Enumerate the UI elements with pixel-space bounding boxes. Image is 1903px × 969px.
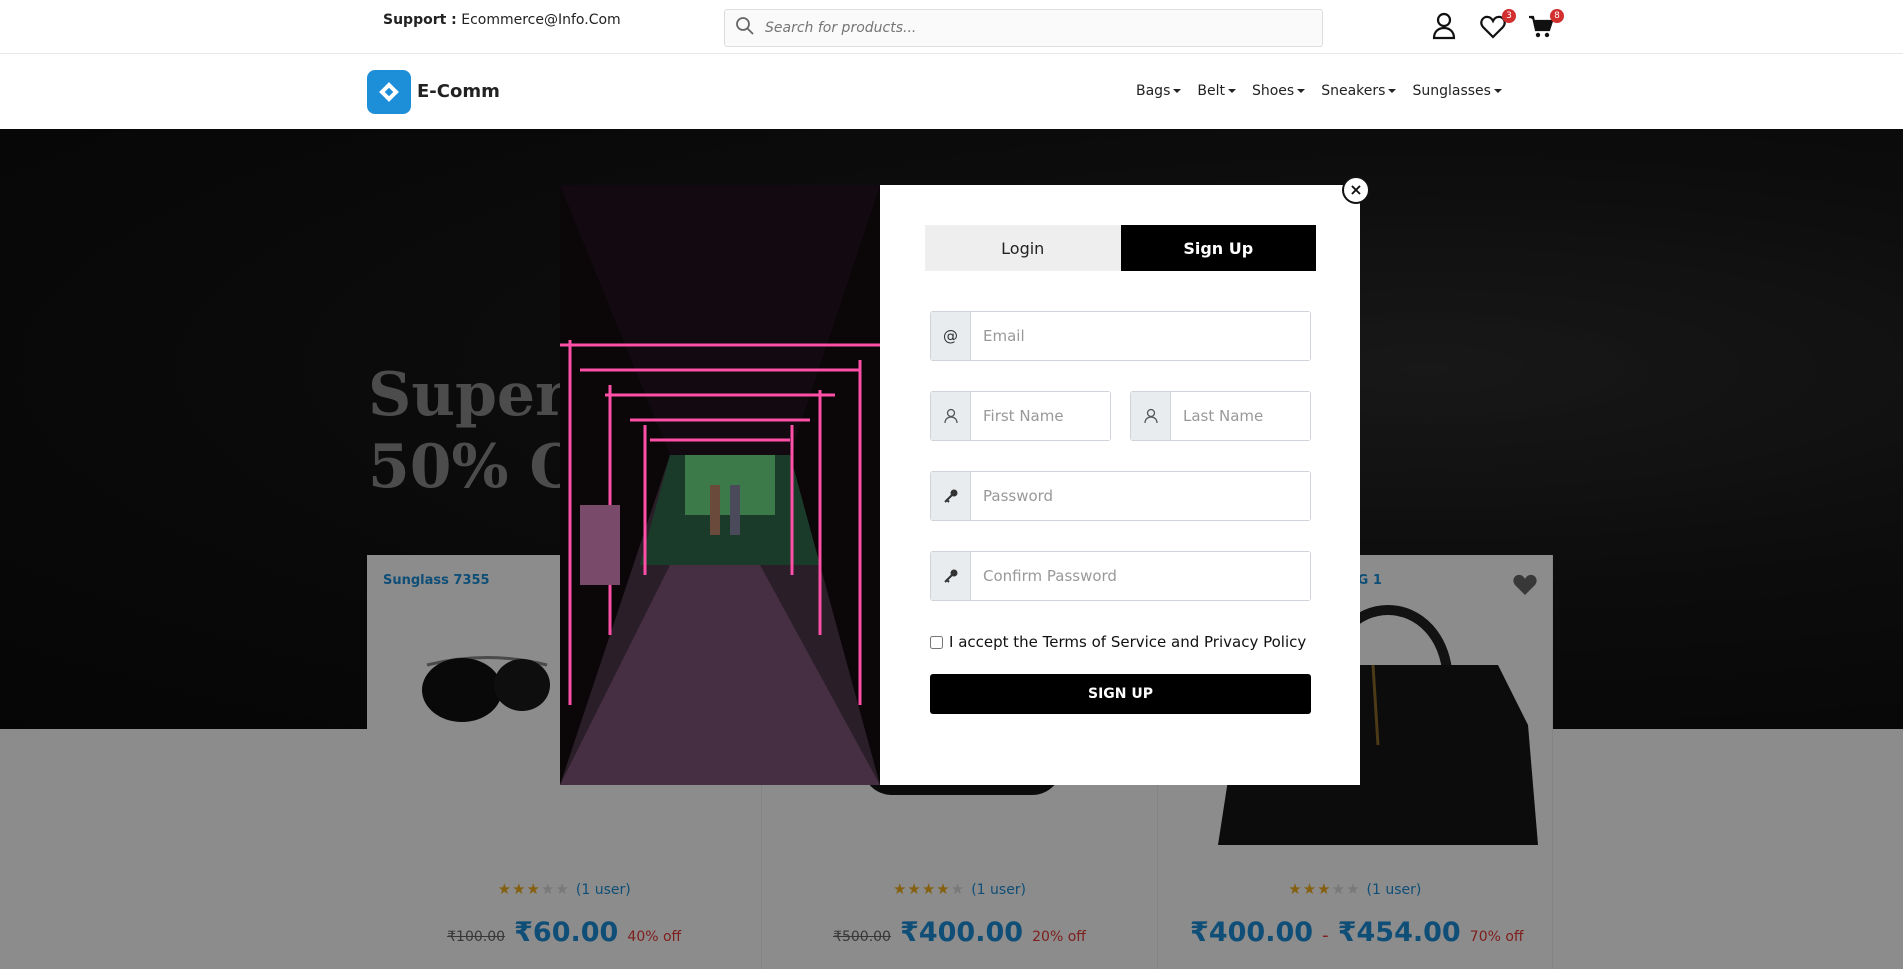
confirm-password-field[interactable] — [930, 551, 1311, 601]
user-icon — [1131, 392, 1171, 440]
cart-icon[interactable]: 8 — [1528, 9, 1564, 43]
main-nav: E-Comm Bags Belt Shoes Sneakers Sunglass… — [0, 55, 1903, 129]
first-name-input[interactable] — [971, 392, 1110, 440]
first-name-field[interactable] — [930, 391, 1111, 441]
search-bar[interactable] — [724, 9, 1323, 47]
top-bar: Support : Ecommerce@Info.Com 3 8 — [0, 0, 1903, 54]
auth-tabs: Login Sign Up — [925, 225, 1316, 271]
cart-count-badge: 8 — [1550, 9, 1564, 23]
category-menu: Bags Belt Shoes Sneakers Sunglasses — [1136, 83, 1502, 99]
password-input[interactable] — [971, 472, 1310, 520]
key-icon — [931, 552, 971, 600]
wishlist-icon[interactable]: 3 — [1480, 9, 1516, 43]
email-icon: @ — [931, 312, 971, 360]
brand-logo-icon[interactable] — [367, 70, 411, 114]
email-field[interactable]: @ — [930, 311, 1311, 361]
email-input[interactable] — [971, 312, 1310, 360]
user-icon — [931, 392, 971, 440]
user-icon[interactable] — [1432, 12, 1456, 44]
store-corridor-image — [560, 185, 880, 785]
menu-item-belt[interactable]: Belt — [1197, 83, 1236, 99]
search-input[interactable] — [765, 20, 1285, 36]
menu-item-sneakers[interactable]: Sneakers — [1321, 83, 1396, 99]
menu-item-shoes[interactable]: Shoes — [1252, 83, 1305, 99]
terms-checkbox[interactable] — [930, 635, 943, 649]
tab-signup[interactable]: Sign Up — [1120, 225, 1316, 271]
support-info: Support : Ecommerce@Info.Com — [383, 12, 621, 28]
last-name-input[interactable] — [1171, 392, 1310, 440]
close-icon[interactable]: × — [1342, 176, 1370, 204]
support-email[interactable]: Ecommerce@Info.Com — [461, 12, 620, 28]
support-label: Support : — [383, 12, 457, 28]
terms-label[interactable]: I accept the Terms of Service and Privac… — [949, 633, 1306, 651]
brand-name[interactable]: E-Comm — [417, 81, 500, 102]
key-icon — [931, 472, 971, 520]
tab-login[interactable]: Login — [925, 225, 1121, 271]
password-field[interactable] — [930, 471, 1311, 521]
last-name-field[interactable] — [1130, 391, 1311, 441]
search-icon[interactable] — [735, 16, 755, 40]
signup-button[interactable]: SIGN UP — [930, 674, 1311, 714]
terms-agreement[interactable]: I accept the Terms of Service and Privac… — [930, 633, 1306, 651]
confirm-password-input[interactable] — [971, 552, 1310, 600]
menu-item-bags[interactable]: Bags — [1136, 83, 1181, 99]
signup-modal: Login Sign Up @ I accept the Terms of Se… — [880, 185, 1360, 785]
menu-item-sunglasses[interactable]: Sunglasses — [1412, 83, 1501, 99]
wishlist-count-badge: 3 — [1502, 9, 1516, 23]
